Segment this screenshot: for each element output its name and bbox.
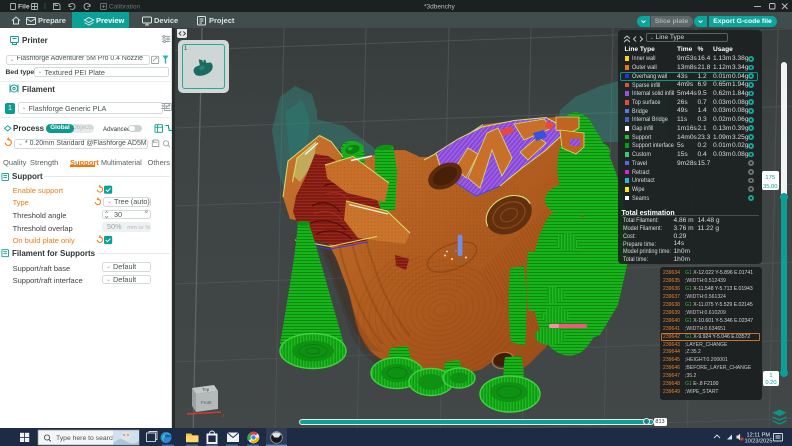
svg-text:*3dbenchy: *3dbenchy: [424, 4, 455, 11]
svg-text:Top: Top: [202, 387, 210, 392]
svg-text:Calibration: Calibration: [109, 4, 140, 11]
svg-text:Type here to search: Type here to search: [56, 435, 116, 442]
svg-text:Front: Front: [201, 400, 212, 405]
svg-text:File: File: [18, 4, 30, 11]
svg-text:x: x: [222, 413, 225, 418]
svg-text:10/23/2025: 10/23/2025: [745, 438, 773, 444]
